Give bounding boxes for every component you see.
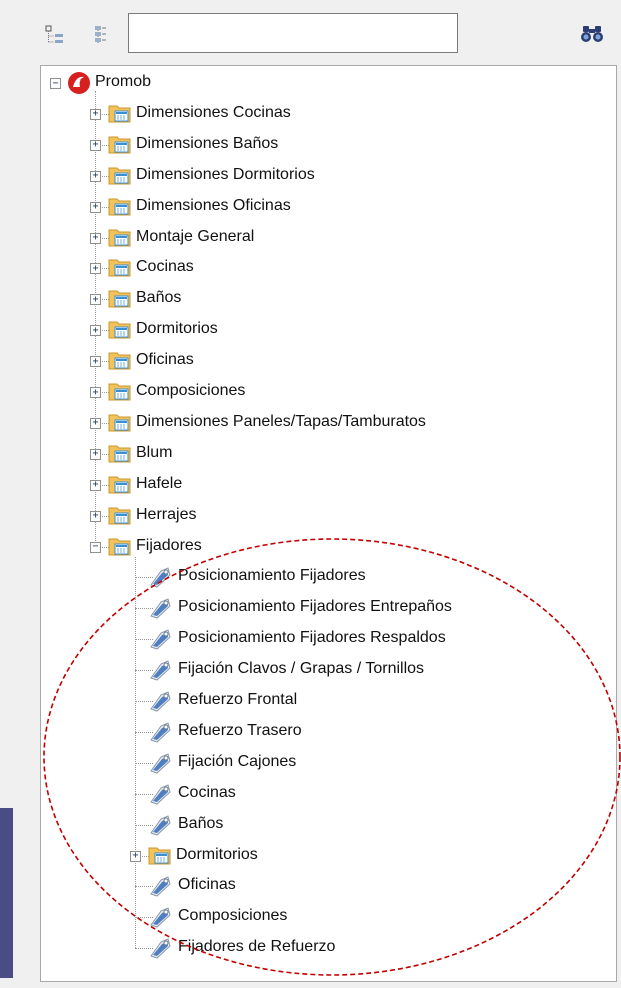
expand-toggle[interactable]: + (90, 479, 101, 491)
tag-item-icon (148, 905, 174, 929)
tree-node-folder[interactable]: Dimensiones Baños (136, 135, 278, 153)
tree-node-folder[interactable]: Oficinas (136, 351, 194, 369)
folder-icon (108, 318, 132, 340)
folder-icon (108, 504, 132, 526)
tag-item-icon (148, 936, 174, 960)
tree-node-folder[interactable]: Hafele (136, 475, 182, 493)
tree-node-folder[interactable]: Dimensiones Oficinas (136, 197, 291, 215)
tree-node-folder[interactable]: Dimensiones Cocinas (136, 104, 291, 122)
tree-node-item[interactable]: Composiciones (178, 907, 287, 925)
tree-node-folder[interactable]: Herrajes (136, 506, 196, 524)
expand-toggle[interactable]: + (90, 139, 101, 151)
tag-item-icon (148, 658, 174, 682)
expand-toggle[interactable]: + (90, 387, 101, 398)
tag-item-icon (148, 751, 174, 775)
folder-icon (108, 287, 132, 309)
expand-toggle[interactable]: + (90, 170, 101, 182)
binoculars-icon[interactable] (578, 20, 606, 48)
collapse-toggle[interactable]: − (50, 78, 61, 89)
tree-node-folder[interactable]: Fijadores (136, 537, 202, 555)
expand-toggle[interactable]: + (90, 201, 101, 213)
expand-toggle[interactable]: + (90, 232, 101, 244)
tree-node-folder[interactable]: Dimensiones Paneles/Tapas/Tamburatos (136, 413, 426, 431)
folder-icon (108, 535, 132, 557)
tree-node-item[interactable]: Posicionamiento Fijadores (178, 567, 366, 585)
tag-item-icon (148, 565, 174, 589)
expand-toggle[interactable]: + (90, 108, 101, 120)
folder-icon (108, 164, 132, 186)
tree-node-folder[interactable]: Montaje General (136, 228, 254, 246)
expand-toggle[interactable]: + (90, 263, 101, 275)
folder-icon (108, 380, 132, 402)
tree-node-item[interactable]: Oficinas (178, 876, 236, 894)
expand-toggle[interactable]: + (90, 510, 101, 522)
expand-toggle[interactable]: + (90, 294, 101, 306)
folder-icon (108, 195, 132, 217)
expand-toggle[interactable]: + (90, 356, 101, 368)
collapse-toggle[interactable]: − (90, 541, 101, 553)
tree-node-item[interactable]: Fijación Cajones (178, 753, 296, 771)
side-panel-strip (0, 808, 13, 978)
tag-item-icon (148, 596, 174, 620)
folder-icon (108, 442, 132, 464)
tag-item-icon (148, 782, 174, 806)
folder-icon (108, 133, 132, 155)
tree-node-item[interactable]: Cocinas (178, 784, 236, 802)
tag-item-icon (148, 689, 174, 713)
search-input[interactable] (128, 13, 458, 53)
tree-node-item[interactable]: Posicionamiento Fijadores Entrepaños (178, 598, 452, 616)
tree-node-folder[interactable]: Dimensiones Dormitorios (136, 166, 315, 184)
folder-icon (108, 411, 132, 433)
tree-node-folder[interactable]: Composiciones (136, 382, 245, 400)
tree-view[interactable]: − Promob + Dimensiones Cocinas + Dimensiones … (40, 65, 617, 982)
tag-item-icon (148, 874, 174, 898)
expand-toggle[interactable]: + (90, 417, 101, 429)
tree-node-root[interactable]: Promob (95, 73, 151, 91)
tree-node-folder[interactable]: Cocinas (136, 258, 194, 276)
expand-toggle[interactable]: + (90, 448, 101, 460)
tree-node-folder[interactable]: Blum (136, 444, 172, 462)
tag-item-icon (148, 813, 174, 837)
toolbar (0, 0, 621, 70)
collapse-all-icon[interactable] (42, 22, 68, 48)
tree-node-item[interactable]: Fijadores de Refuerzo (178, 938, 335, 956)
tree-node-item[interactable]: Refuerzo Frontal (178, 691, 297, 709)
tag-item-icon (148, 720, 174, 744)
tree-node-item[interactable]: Refuerzo Trasero (178, 722, 302, 740)
expand-toggle[interactable]: + (130, 850, 141, 862)
promob-logo-icon (67, 71, 91, 95)
folder-icon (108, 102, 132, 124)
tag-item-icon (148, 627, 174, 651)
tree-node-folder[interactable]: Baños (136, 289, 181, 307)
expand-all-icon[interactable] (88, 22, 114, 48)
tree-node-item[interactable]: Fijación Clavos / Grapas / Tornillos (178, 660, 424, 678)
tree-node-item[interactable]: Posicionamiento Fijadores Respaldos (178, 629, 446, 647)
tree-node-subfolder[interactable]: Dormitorios (176, 846, 258, 864)
folder-icon (108, 349, 132, 371)
folder-icon (108, 473, 132, 495)
expand-toggle[interactable]: + (90, 325, 101, 337)
folder-icon (108, 256, 132, 278)
tree-node-folder[interactable]: Dormitorios (136, 320, 218, 338)
tree-node-item[interactable]: Baños (178, 815, 223, 833)
folder-icon (148, 844, 172, 866)
folder-icon (108, 226, 132, 248)
